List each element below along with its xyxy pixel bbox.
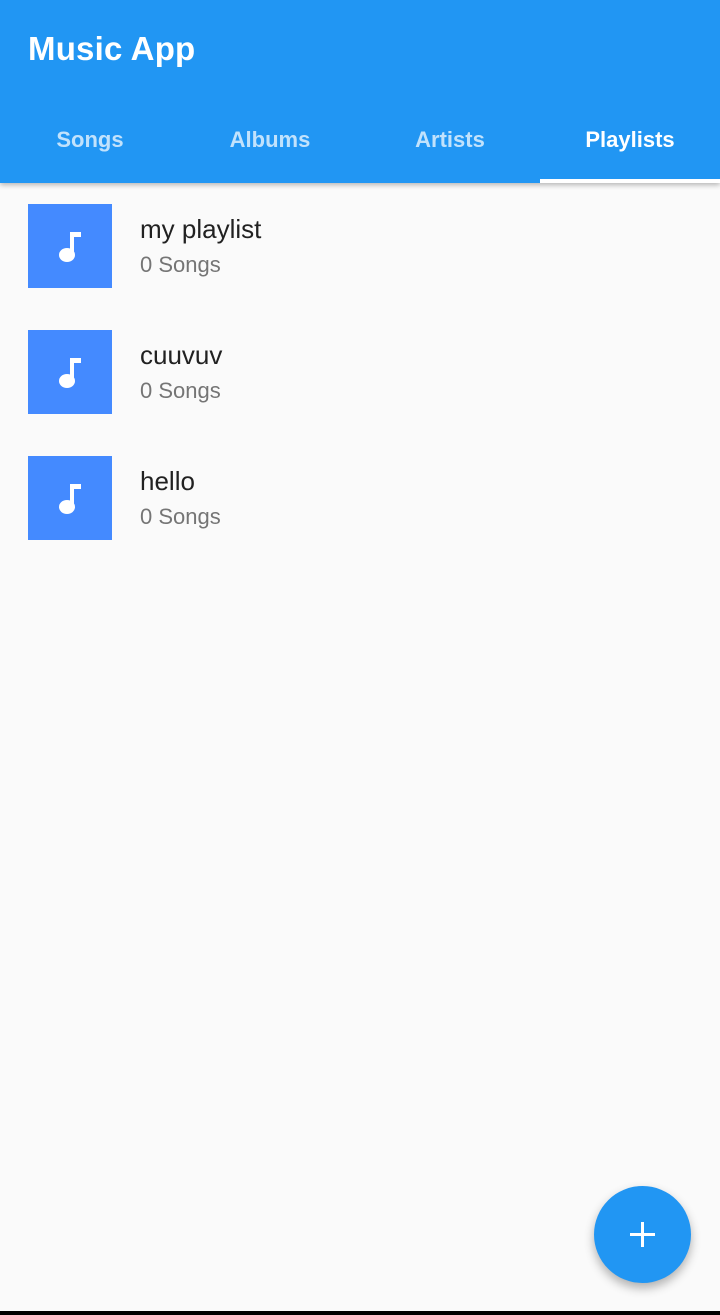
app-bar: Music App Songs Albums Artists Playlists <box>0 0 720 183</box>
tab-albums[interactable]: Albums <box>180 97 360 183</box>
playlist-name: my playlist <box>140 214 262 244</box>
tab-artists[interactable]: Artists <box>360 97 540 183</box>
list-item[interactable]: cuuvuv 0 Songs <box>0 309 720 435</box>
app-title: Music App <box>28 30 196 67</box>
music-note-icon <box>59 232 81 262</box>
music-note-icon <box>59 484 81 514</box>
tab-indicator <box>540 179 720 183</box>
playlist-song-count: 0 Songs <box>140 378 221 403</box>
tab-label: Albums <box>229 127 311 152</box>
list-item[interactable]: my playlist 0 Songs <box>0 183 720 309</box>
list-item[interactable]: hello 0 Songs <box>0 435 720 561</box>
playlist-thumbnail <box>28 204 112 288</box>
tab-bar: Songs Albums Artists Playlists <box>0 97 720 183</box>
playlist-song-count: 0 Songs <box>140 252 221 277</box>
tab-songs[interactable]: Songs <box>0 97 180 183</box>
playlist-thumbnail <box>28 456 112 540</box>
add-playlist-button[interactable] <box>594 1186 691 1283</box>
playlist-name: hello <box>140 466 195 496</box>
playlist-song-count: 0 Songs <box>140 504 221 529</box>
music-note-icon <box>59 358 81 388</box>
playlist-thumbnail <box>28 330 112 414</box>
playlist-list: my playlist 0 Songs cuuvuv 0 Songs hello… <box>0 183 720 561</box>
tab-label: Playlists <box>585 127 675 152</box>
tab-playlists[interactable]: Playlists <box>540 97 720 183</box>
tab-label: Artists <box>415 127 485 152</box>
tab-label: Songs <box>56 127 124 152</box>
plus-icon <box>630 1222 655 1247</box>
playlist-name: cuuvuv <box>140 340 223 370</box>
screen: Music App Songs Albums Artists Playlists <box>0 0 720 1311</box>
